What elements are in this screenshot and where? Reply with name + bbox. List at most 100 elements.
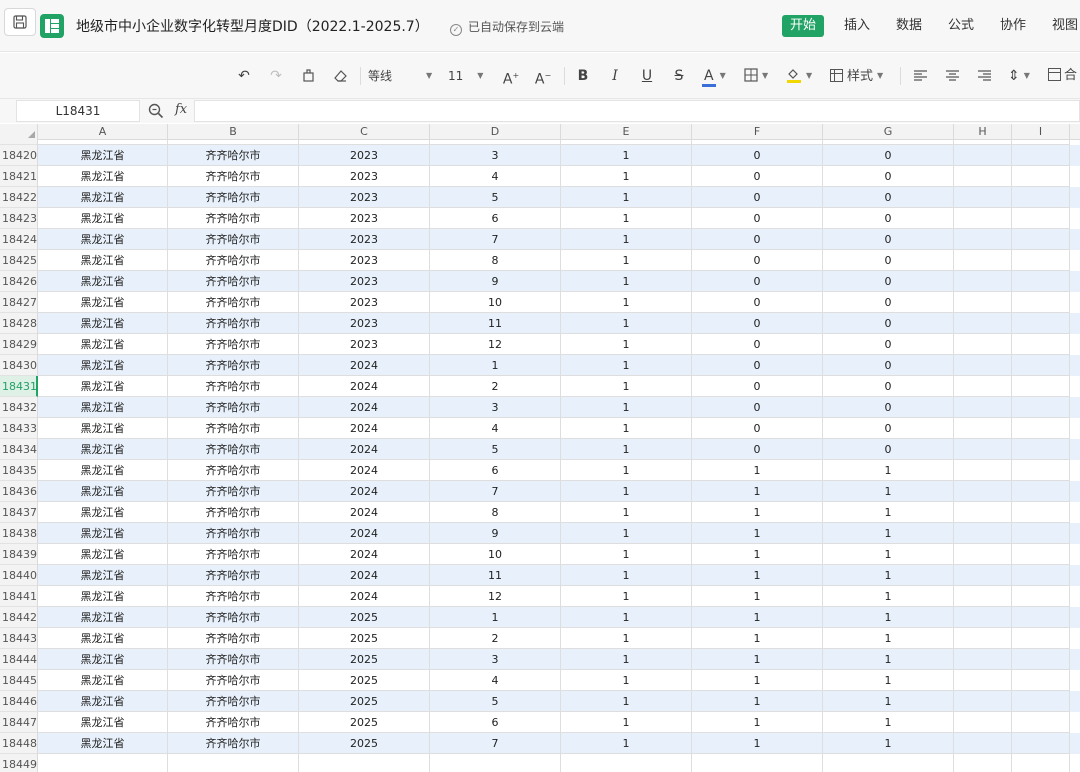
cell-f[interactable]: 0 <box>692 439 823 460</box>
menu-start[interactable]: 开始 <box>782 15 825 37</box>
cell-b[interactable]: 齐齐哈尔市 <box>168 439 299 460</box>
cell-i[interactable] <box>1012 523 1070 544</box>
cell-h[interactable] <box>954 145 1012 166</box>
cell-f[interactable]: 1 <box>692 586 823 607</box>
cell-d[interactable]: 9 <box>430 523 561 544</box>
cell-e[interactable]: 1 <box>561 628 692 649</box>
cell-b[interactable]: 齐齐哈尔市 <box>168 313 299 334</box>
cell-g[interactable]: 1 <box>823 460 954 481</box>
cell-g[interactable]: 0 <box>823 187 954 208</box>
cell-a[interactable]: 黑龙江省 <box>38 166 168 187</box>
cell-d[interactable]: 3 <box>430 145 561 166</box>
cell-f[interactable]: 1 <box>692 670 823 691</box>
cell-f[interactable] <box>692 754 823 772</box>
cell-d[interactable]: 6 <box>430 208 561 229</box>
align-left-icon[interactable] <box>912 65 928 87</box>
cell-g[interactable]: 1 <box>823 712 954 733</box>
cell-h[interactable] <box>954 523 1012 544</box>
cell-i[interactable] <box>1012 628 1070 649</box>
cell-i[interactable] <box>1012 418 1070 439</box>
undo-icon[interactable]: ↶ <box>234 65 254 87</box>
cell-i[interactable] <box>1012 313 1070 334</box>
styles-button[interactable]: 样式 ▼ <box>830 65 892 87</box>
column-header-h[interactable]: H <box>954 124 1012 140</box>
cell-b[interactable]: 齐齐哈尔市 <box>168 502 299 523</box>
cell-e[interactable]: 1 <box>561 586 692 607</box>
cell-i[interactable] <box>1012 271 1070 292</box>
cell-a[interactable]: 黑龙江省 <box>38 565 168 586</box>
column-header-d[interactable]: D <box>430 124 561 140</box>
cell-i[interactable] <box>1012 502 1070 523</box>
cell-i[interactable] <box>1012 229 1070 250</box>
cell-c[interactable]: 2024 <box>299 565 430 586</box>
row-header[interactable]: 18446 <box>0 691 38 712</box>
cell-e[interactable]: 1 <box>561 670 692 691</box>
cell-b[interactable]: 齐齐哈尔市 <box>168 334 299 355</box>
row-header[interactable]: 18430 <box>0 355 38 376</box>
row-header[interactable]: 18437 <box>0 502 38 523</box>
cell-a[interactable]: 黑龙江省 <box>38 376 168 397</box>
cell-b[interactable]: 齐齐哈尔市 <box>168 628 299 649</box>
cell-c[interactable]: 2025 <box>299 649 430 670</box>
cell-c[interactable]: 2024 <box>299 460 430 481</box>
cell-f[interactable]: 1 <box>692 649 823 670</box>
column-header-b[interactable]: B <box>168 124 299 140</box>
cell-g[interactable]: 0 <box>823 439 954 460</box>
cell-a[interactable]: 黑龙江省 <box>38 460 168 481</box>
cell-f[interactable]: 0 <box>692 418 823 439</box>
cell-e[interactable]: 1 <box>561 607 692 628</box>
cell-b[interactable]: 齐齐哈尔市 <box>168 670 299 691</box>
row-header[interactable]: 18423 <box>0 208 38 229</box>
cell-g[interactable]: 1 <box>823 565 954 586</box>
menu-view[interactable]: 视图 <box>1044 15 1080 37</box>
cell-i[interactable] <box>1012 166 1070 187</box>
row-header[interactable]: 18426 <box>0 271 38 292</box>
cell-f[interactable]: 0 <box>692 355 823 376</box>
cell-h[interactable] <box>954 376 1012 397</box>
cell-a[interactable]: 黑龙江省 <box>38 502 168 523</box>
cell-h[interactable] <box>954 355 1012 376</box>
cell-c[interactable]: 2023 <box>299 271 430 292</box>
row-header[interactable]: 18435 <box>0 460 38 481</box>
cell-h[interactable] <box>954 250 1012 271</box>
cell-e[interactable]: 1 <box>561 418 692 439</box>
cell-e[interactable]: 1 <box>561 691 692 712</box>
cell-c[interactable]: 2025 <box>299 733 430 754</box>
cell-h[interactable] <box>954 187 1012 208</box>
cell-e[interactable]: 1 <box>561 565 692 586</box>
cell-i[interactable] <box>1012 544 1070 565</box>
cell-b[interactable]: 齐齐哈尔市 <box>168 523 299 544</box>
cell-g[interactable]: 0 <box>823 334 954 355</box>
cell-e[interactable]: 1 <box>561 376 692 397</box>
column-header-a[interactable]: A <box>38 124 168 140</box>
spreadsheet-grid[interactable]: 18419黑龙江省齐齐哈尔市2023210018420黑龙江省齐齐哈尔市2023… <box>0 124 1080 772</box>
column-header-g[interactable]: G <box>823 124 954 140</box>
cell-b[interactable]: 齐齐哈尔市 <box>168 544 299 565</box>
cell-g[interactable]: 1 <box>823 523 954 544</box>
column-header-i[interactable]: I <box>1012 124 1070 140</box>
cell-c[interactable]: 2023 <box>299 250 430 271</box>
cell-g[interactable]: 0 <box>823 271 954 292</box>
cell-d[interactable]: 6 <box>430 460 561 481</box>
cell-h[interactable] <box>954 712 1012 733</box>
cell-d[interactable]: 5 <box>430 187 561 208</box>
redo-icon[interactable]: ↷ <box>266 65 286 87</box>
cell-i[interactable] <box>1012 355 1070 376</box>
cell-g[interactable] <box>823 754 954 772</box>
cell-b[interactable]: 齐齐哈尔市 <box>168 376 299 397</box>
cell-f[interactable]: 1 <box>692 544 823 565</box>
cell-f[interactable]: 1 <box>692 565 823 586</box>
cell-f[interactable]: 0 <box>692 313 823 334</box>
cell-d[interactable]: 6 <box>430 712 561 733</box>
row-header[interactable]: 18422 <box>0 187 38 208</box>
cell-d[interactable]: 4 <box>430 166 561 187</box>
cell-h[interactable] <box>954 670 1012 691</box>
cell-f[interactable]: 0 <box>692 376 823 397</box>
format-painter-icon[interactable] <box>298 65 318 87</box>
align-center-icon[interactable] <box>944 65 960 87</box>
cell-g[interactable]: 0 <box>823 229 954 250</box>
cell-i[interactable] <box>1012 187 1070 208</box>
cell-e[interactable]: 1 <box>561 229 692 250</box>
cell-e[interactable]: 1 <box>561 502 692 523</box>
cell-d[interactable]: 4 <box>430 418 561 439</box>
